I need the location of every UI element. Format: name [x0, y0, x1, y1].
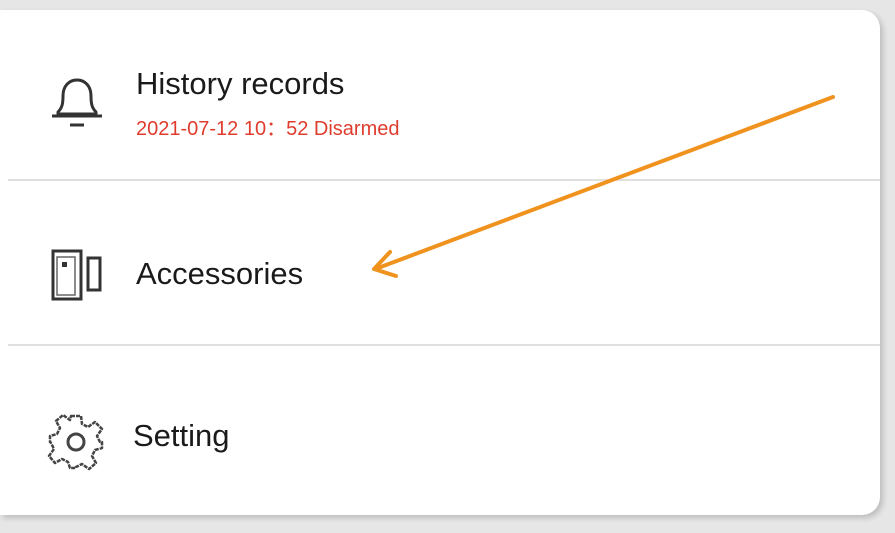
menu-item-setting[interactable]: Setting — [0, 348, 880, 515]
last-event-status: 2021-07-12 10：52 Disarmed — [136, 118, 400, 140]
divider — [8, 179, 880, 181]
gear-icon — [46, 412, 106, 472]
bell-icon — [50, 72, 104, 134]
divider — [8, 344, 880, 346]
menu-card: History records 2021-07-12 10：52 Disarme… — [0, 10, 880, 515]
menu-item-label: History records — [136, 66, 345, 101]
door-sensor-icon — [50, 248, 106, 302]
menu-item-accessories[interactable]: Accessories — [0, 182, 880, 346]
menu-item-label: Accessories — [136, 256, 304, 291]
menu-item-label: Setting — [133, 418, 230, 453]
menu-item-history-records[interactable]: History records 2021-07-12 10：52 Disarme… — [0, 10, 880, 180]
